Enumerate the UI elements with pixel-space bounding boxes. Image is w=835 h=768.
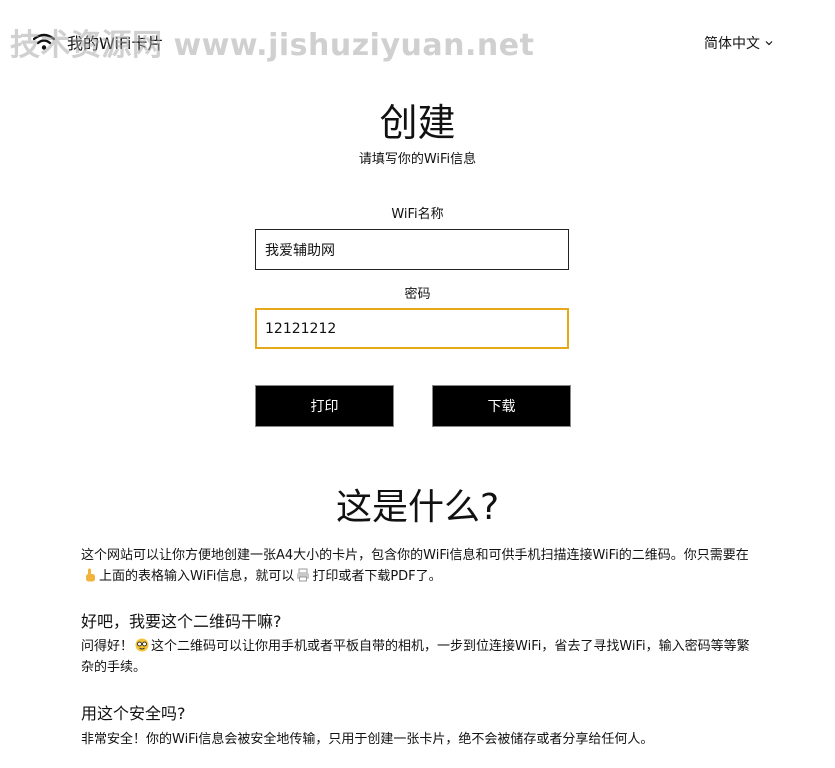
nerd-face-icon <box>135 638 149 652</box>
ssid-input[interactable] <box>255 229 569 270</box>
faq-question-1: 好吧，我要这个二维码干嘛? <box>81 612 282 631</box>
faq-intro-part-b: 上面的表格输入WiFi信息，就可以 <box>99 569 295 584</box>
language-selector[interactable]: 简体中文 <box>704 33 773 53</box>
faq-question-2: 用这个安全吗? <box>81 704 186 723</box>
faq-answer-2: 非常安全！你的WiFi信息会被安全地传输，只用于创建一张卡片，绝不会被储存或者分… <box>81 732 654 747</box>
faq-answer-1: 问得好！ 这个二维码可以让你用手机或者平板自带的相机，一步到位连接WiFi，省去… <box>81 636 751 678</box>
password-label: 密码 <box>404 287 431 302</box>
faq-intro: 这个网站可以让你方便地创建一张A4大小的卡片，包含你的WiFi信息和可供手机扫描… <box>81 545 751 587</box>
watermark: 技术资源网 www.jishuziyuan.net <box>10 28 535 63</box>
header: 我的WiFi卡片 技术资源网 www.jishuziyuan.net 简体中文 <box>0 0 835 80</box>
faq-answer-1-part-b: 这个二维码可以让你用手机或者平板自带的相机，一步到位连接WiFi，省去了寻找Wi… <box>81 639 750 675</box>
faq-answer-1-part-a: 问得好！ <box>81 639 134 654</box>
faq-intro-part-a: 这个网站可以让你方便地创建一张A4大小的卡片，包含你的WiFi信息和可供手机扫描… <box>81 548 749 563</box>
printer-icon <box>297 568 310 582</box>
page-title: 创建 <box>379 101 456 145</box>
download-button[interactable]: 下载 <box>432 385 571 427</box>
password-input[interactable] <box>255 308 569 349</box>
faq-intro-part-c: 打印或者下载PDF了。 <box>312 569 442 584</box>
page-subtitle: 请填写你的WiFi信息 <box>358 152 477 167</box>
ssid-label: WiFi名称 <box>391 207 444 222</box>
faq-title: 这是什么? <box>335 487 500 528</box>
pointing-hand-icon <box>86 568 95 582</box>
language-label: 简体中文 <box>704 36 760 52</box>
print-button[interactable]: 打印 <box>255 385 394 427</box>
chevron-down-icon <box>765 41 773 46</box>
